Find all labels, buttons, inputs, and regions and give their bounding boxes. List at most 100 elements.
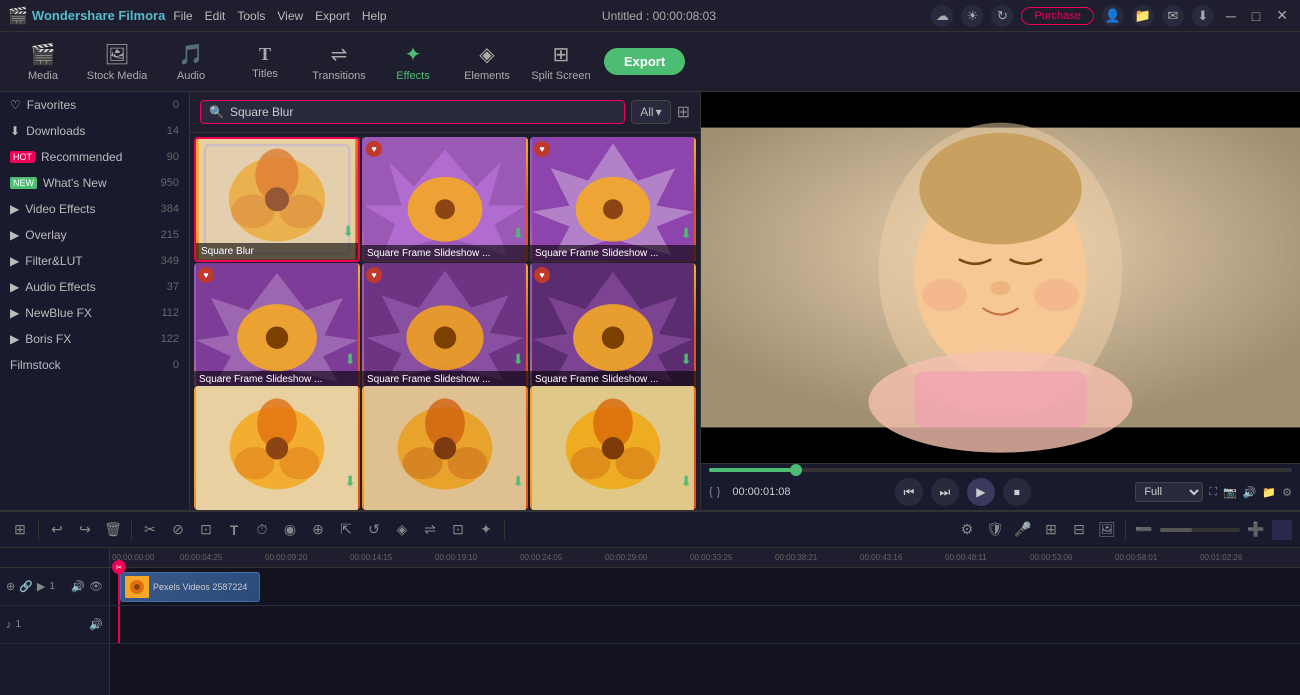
effect-item-5[interactable]: ♥ Square Frame Slideshow ... ⬇ <box>362 263 528 388</box>
effect-item-4[interactable]: ♥ Square Frame Slideshow ... ⬇ <box>194 263 360 388</box>
minimize-button[interactable]: ─ <box>1222 8 1240 24</box>
quality-select[interactable]: Full Half Quarter <box>1135 482 1203 502</box>
tab-stock-media[interactable]: 🖼 Stock Media <box>82 35 152 89</box>
transition-button[interactable]: ⇌ <box>418 518 442 542</box>
fullscreen-tl-button[interactable]: ⇱ <box>334 518 358 542</box>
cloud-icon[interactable]: ☁ <box>931 5 953 27</box>
zoom-in-button[interactable]: ➕ <box>1244 518 1268 542</box>
effect-item-6[interactable]: ♥ Square Frame Slideshow ... ⬇ <box>530 263 696 388</box>
rewind-button[interactable]: ⏮ <box>895 478 923 506</box>
purchase-button[interactable]: Purchase <box>1021 7 1093 25</box>
timeline-layout-button[interactable]: ⊞ <box>8 518 32 542</box>
protect-button[interactable]: 🛡 <box>983 518 1007 542</box>
video-clip-1[interactable]: Pexels Videos 2587224 <box>120 572 260 602</box>
filter-dropdown[interactable]: All ▾ <box>631 100 670 124</box>
volume-icon[interactable]: 🔊 <box>1243 486 1257 499</box>
sidebar-item-boris-fx[interactable]: ▶ Boris FX 122 <box>0 326 189 352</box>
track-add-button[interactable]: ⊞ <box>1039 518 1063 542</box>
tab-titles[interactable]: T Titles <box>230 35 300 89</box>
sun-icon[interactable]: ☀ <box>961 5 983 27</box>
crop-button[interactable]: ⊡ <box>194 518 218 542</box>
cut-button[interactable]: ✂ <box>138 518 162 542</box>
effect-tl-button[interactable]: ✦ <box>474 518 498 542</box>
refresh-icon[interactable]: ↻ <box>991 5 1013 27</box>
play-pause-button[interactable]: ▶ <box>967 478 995 506</box>
tab-audio[interactable]: 🎵 Audio <box>156 35 226 89</box>
sidebar-item-newblue-fx[interactable]: ▶ NewBlue FX 112 <box>0 300 189 326</box>
sidebar-item-audio-effects[interactable]: ▶ Audio Effects 37 <box>0 274 189 300</box>
sidebar-item-video-effects[interactable]: ▶ Video Effects 384 <box>0 196 189 222</box>
tab-elements[interactable]: ◈ Elements <box>452 35 522 89</box>
filter-chevron-icon: ▶ <box>10 254 19 268</box>
zoom-out-button[interactable]: ➖ <box>1132 518 1156 542</box>
sidebar-item-whats-new[interactable]: NEW What's New 950 <box>0 170 189 196</box>
effect-thumbnail-6 <box>530 263 696 388</box>
composite-button[interactable]: ⊡ <box>446 518 470 542</box>
effect-item-7[interactable]: ⬇ <box>194 386 360 510</box>
reverse-button[interactable]: ↺ <box>362 518 386 542</box>
tab-media-label: Media <box>28 70 58 82</box>
stop-button[interactable]: ⏹ <box>1003 478 1031 506</box>
undo-button[interactable]: ↩ <box>45 518 69 542</box>
pip-button[interactable]: 🖼 <box>1095 518 1119 542</box>
track-eye-icon[interactable]: 👁 <box>89 580 103 593</box>
effect-item-1[interactable]: Square Blur ⬇ <box>194 137 360 262</box>
grid-toggle-button[interactable]: ⊞ <box>677 102 690 122</box>
track-sound-icon[interactable]: 🔊 <box>71 580 85 593</box>
newblue-chevron-icon: ▶ <box>10 306 19 320</box>
settings-playback-icon[interactable]: ⚙ <box>1282 486 1292 499</box>
mail-icon[interactable]: ✉ <box>1162 5 1184 27</box>
sidebar-item-overlay[interactable]: ▶ Overlay 215 <box>0 222 189 248</box>
preview-video <box>701 92 1300 463</box>
menu-tools[interactable]: Tools <box>237 9 265 23</box>
folder-icon[interactable]: 📁 <box>1132 5 1154 27</box>
effect-item-3[interactable]: ♥ Square Frame Slideshow ... ⬇ <box>530 137 696 262</box>
menu-view[interactable]: View <box>277 9 303 23</box>
time-slider[interactable] <box>709 468 1292 472</box>
sidebar-item-filmstock[interactable]: Filmstock 0 <box>0 352 189 378</box>
menu-edit[interactable]: Edit <box>205 9 226 23</box>
menu-export[interactable]: Export <box>315 9 350 23</box>
tab-effects[interactable]: ✦ Effects <box>378 35 448 89</box>
text-button[interactable]: T <box>222 518 246 542</box>
effect-item-9[interactable]: ⬇ <box>530 386 696 510</box>
fullscreen-icon[interactable]: ⛶ <box>1209 486 1217 499</box>
effect-item-8[interactable]: ⬇ <box>362 386 528 510</box>
download-icon[interactable]: ⬇ <box>1192 5 1214 27</box>
zoom-slider[interactable] <box>1160 528 1240 532</box>
search-input-wrap[interactable]: 🔍 <box>200 100 625 124</box>
folder-save-icon[interactable]: 📁 <box>1262 486 1276 499</box>
effects-grid: Square Blur ⬇ ♥ Square Frame Slideshow .… <box>190 133 700 510</box>
sidebar-item-downloads[interactable]: ⬇ Downloads 14 <box>0 118 189 144</box>
snapshot-icon[interactable]: 📷 <box>1223 486 1237 499</box>
ai-button[interactable]: ◈ <box>390 518 414 542</box>
color-button[interactable]: ◉ <box>278 518 302 542</box>
menu-file[interactable]: File <box>173 9 192 23</box>
timeline-track-labels: ⊕ 🔗 ▶ 1 🔊 👁 ♪ 1 🔊 <box>0 548 110 695</box>
account-icon[interactable]: 👤 <box>1102 5 1124 27</box>
export-button[interactable]: Export <box>604 48 685 75</box>
audio-track-sound-icon[interactable]: 🔊 <box>89 618 103 631</box>
search-input[interactable] <box>230 105 616 119</box>
mic-button[interactable]: 🎤 <box>1011 518 1035 542</box>
tab-media[interactable]: 🎬 Media <box>8 35 78 89</box>
deselect-button[interactable]: ⊘ <box>166 518 190 542</box>
sidebar-item-favorites[interactable]: ♡ Favorites 0 <box>0 92 189 118</box>
close-button[interactable]: ✕ <box>1272 7 1292 24</box>
redo-button[interactable]: ↪ <box>73 518 97 542</box>
track-add-icon[interactable]: ⊕ <box>6 580 15 593</box>
settings-tl-button[interactable]: ⚙ <box>955 518 979 542</box>
delete-button[interactable]: 🗑 <box>101 518 125 542</box>
speed-button[interactable]: ⏱ <box>250 518 274 542</box>
tab-split-screen[interactable]: ⊞ Split Screen <box>526 35 596 89</box>
effect-item-2[interactable]: ♥ Square Frame Slideshow ... ⬇ <box>362 137 528 262</box>
toolbar-divider-1 <box>38 520 39 540</box>
maximize-button[interactable]: □ <box>1248 8 1264 24</box>
sidebar-item-filter-lut[interactable]: ▶ Filter&LUT 349 <box>0 248 189 274</box>
stabilize-button[interactable]: ⊕ <box>306 518 330 542</box>
tab-transitions[interactable]: ⇌ Transitions <box>304 35 374 89</box>
menu-help[interactable]: Help <box>362 9 387 23</box>
track-settings-button[interactable]: ⊟ <box>1067 518 1091 542</box>
sidebar-item-recommended[interactable]: HOT Recommended 90 <box>0 144 189 170</box>
step-back-button[interactable]: ⏭ <box>931 478 959 506</box>
